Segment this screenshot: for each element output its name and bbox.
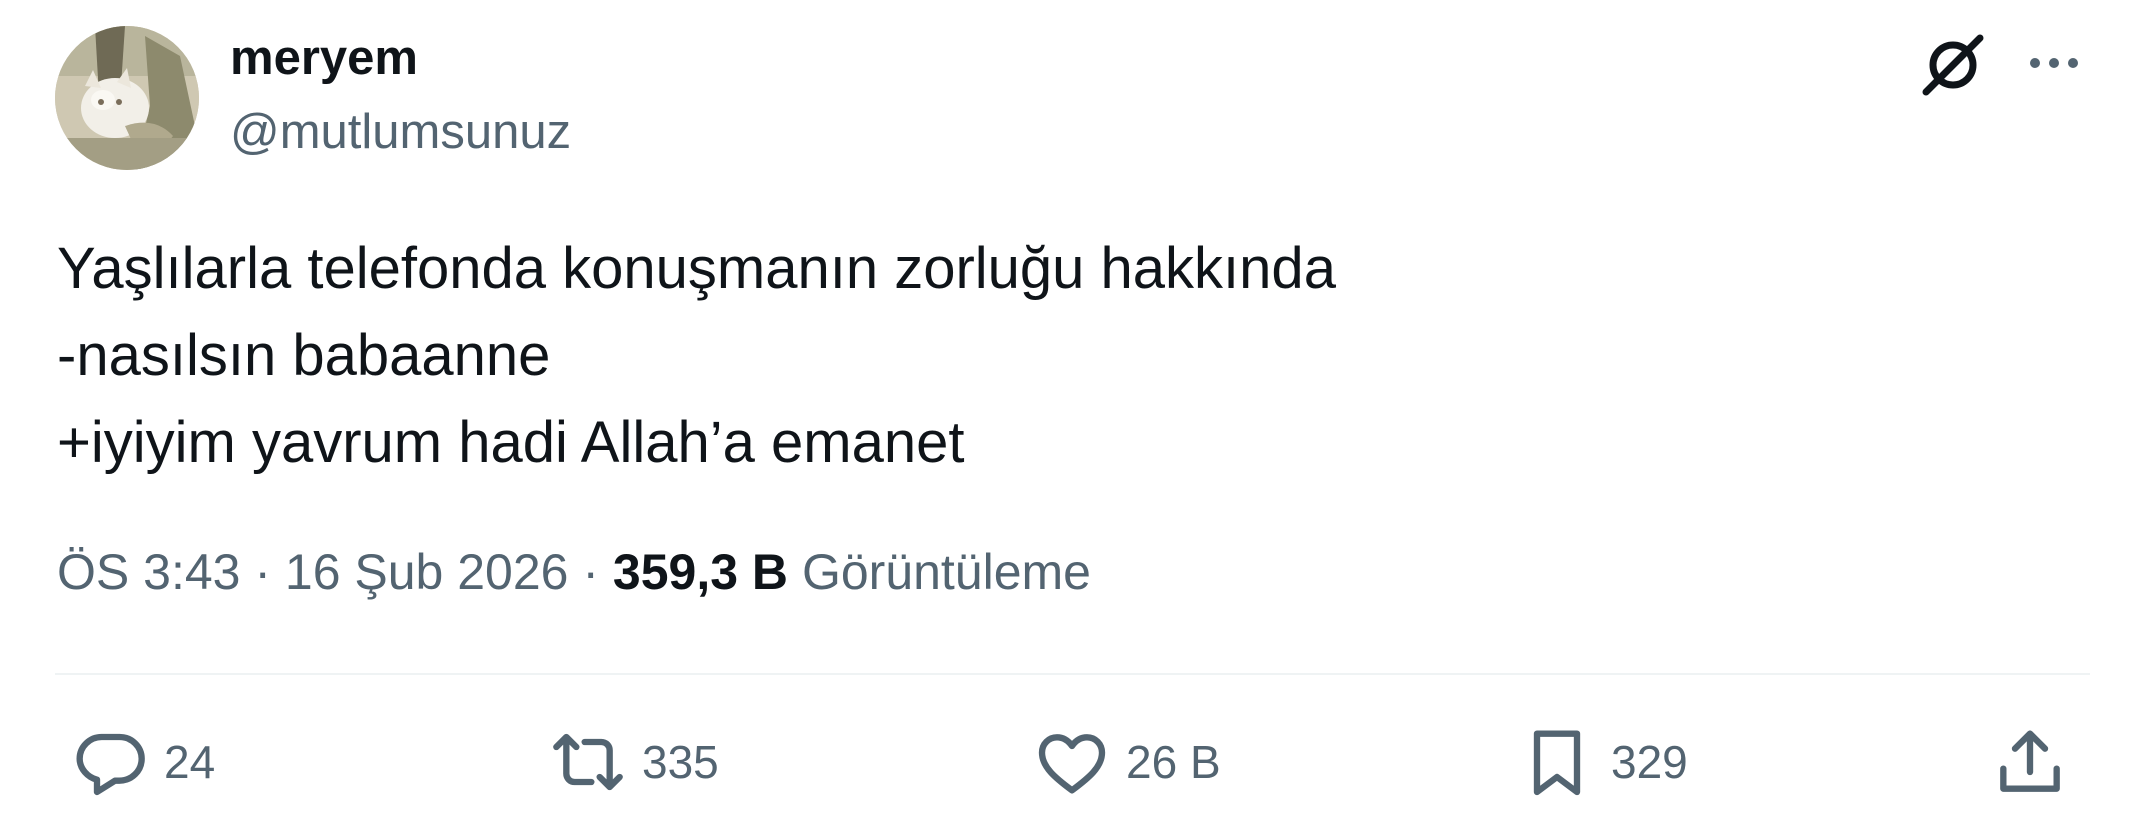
- bookmark-button[interactable]: 329: [1517, 722, 1688, 802]
- tweet-text-line: Yaşlılarla telefonda konuşmanın zorluğu …: [57, 236, 1336, 301]
- views-count: 359,3 B: [612, 544, 789, 600]
- retweet-icon: [553, 733, 623, 791]
- tweet-text-line: -nasılsın babaanne: [57, 323, 551, 388]
- divider: [55, 673, 2090, 675]
- meta-separator: ·: [240, 544, 285, 600]
- reply-button[interactable]: 24: [70, 722, 215, 802]
- bookmark-count: 329: [1611, 736, 1688, 788]
- more-options-icon[interactable]: [2025, 38, 2083, 88]
- share-button[interactable]: [1990, 722, 2070, 802]
- user-handle[interactable]: @mutlumsunuz: [230, 104, 571, 160]
- bookmark-icon: [1533, 730, 1581, 796]
- like-button[interactable]: 26 B: [1032, 722, 1221, 802]
- grok-icon[interactable]: [1918, 30, 1988, 100]
- share-icon: [2000, 730, 2060, 792]
- tweet-text-line: +iyiyim yavrum hadi Allah’a emanet: [57, 410, 965, 475]
- like-count: 26 B: [1126, 736, 1221, 788]
- cat-photo-avatar-icon: [55, 26, 199, 170]
- reply-count: 24: [164, 736, 216, 788]
- tweet-time[interactable]: ÖS 3:43: [57, 544, 240, 600]
- tweet-text: Yaşlılarla telefonda konuşmanın zorluğu …: [57, 225, 1336, 486]
- retweet-button[interactable]: 335: [548, 722, 719, 802]
- views-label: Görüntüleme: [801, 544, 1091, 600]
- tweet-card: meryem @mutlumsunuz Yaşlılarla telefonda…: [0, 0, 2148, 838]
- heart-icon: [1038, 734, 1106, 794]
- tweet-meta: ÖS 3:43 · 16 Şub 2026 · 359,3 B Görüntül…: [57, 543, 1091, 601]
- display-name[interactable]: meryem: [230, 30, 418, 86]
- avatar[interactable]: [55, 26, 199, 170]
- reply-icon: [76, 733, 145, 796]
- meta-separator: ·: [568, 544, 613, 600]
- retweet-count: 335: [642, 736, 719, 788]
- tweet-date[interactable]: 16 Şub 2026: [285, 544, 569, 600]
